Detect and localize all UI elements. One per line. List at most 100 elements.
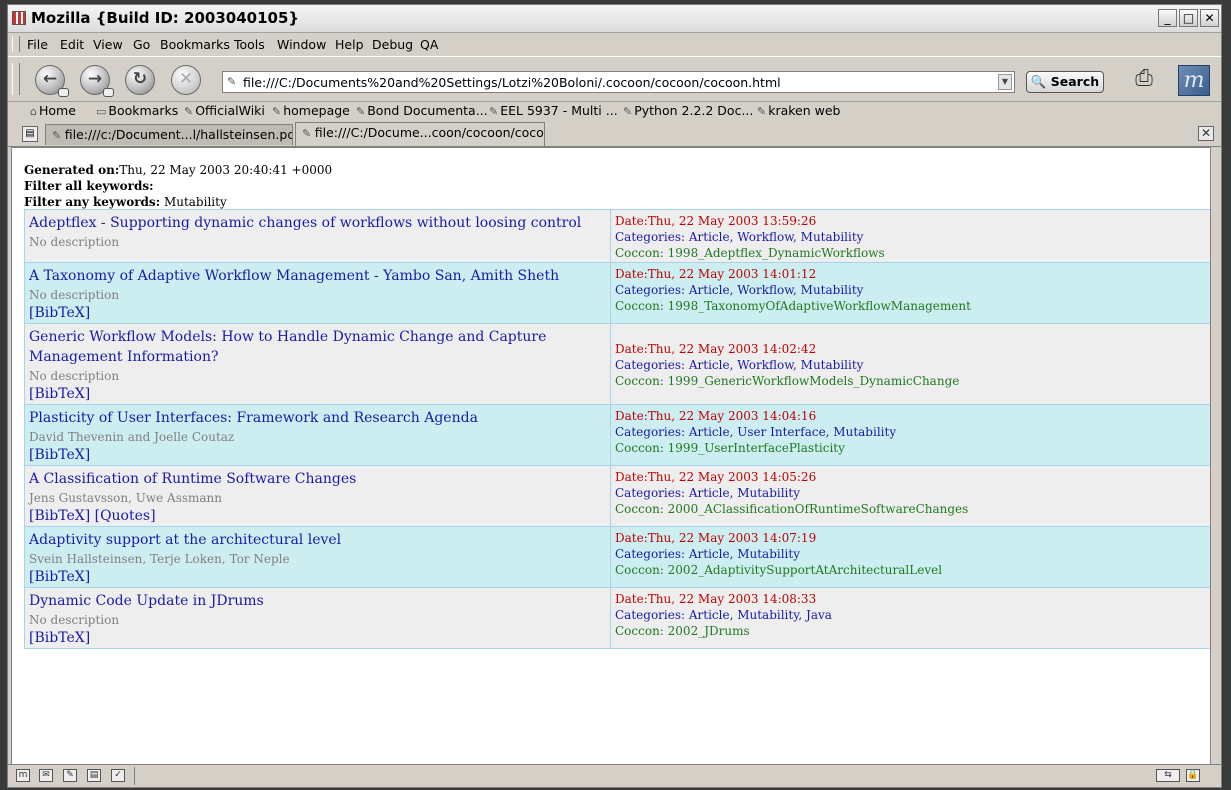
entry-main-cell: Plasticity of User Interfaces: Framework… — [24, 404, 611, 466]
status-divider — [134, 767, 135, 785]
entry-coccon-id: Coccon: 2002_AdaptivitySupportAtArchitec… — [615, 563, 943, 577]
tab-hallsteinsen-pdf[interactable]: ✎ file:///c:/Document...l/hallsteinsen.p… — [45, 124, 293, 145]
menu-debug[interactable]: Debug — [372, 37, 413, 52]
results-table: Adeptflex - Supporting dynamic changes o… — [24, 209, 1210, 649]
entry-coccon-id: Coccon: 1998_TaxonomyOfAdaptiveWorkflowM… — [615, 299, 971, 313]
menu-qa[interactable]: QA — [420, 37, 438, 52]
back-dropdown-icon[interactable] — [58, 88, 69, 97]
navigator-icon[interactable]: m — [16, 769, 30, 782]
new-tab-icon[interactable]: ▤ — [22, 126, 38, 142]
url-input[interactable] — [243, 73, 993, 91]
stop-button[interactable]: ✕ — [171, 65, 201, 95]
url-bar[interactable]: ✎ ▼ — [222, 71, 1015, 93]
entry-description: Jens Gustavsson, Uwe Assmann — [29, 491, 223, 505]
minimize-button[interactable]: _ — [1158, 9, 1177, 27]
composer-icon[interactable]: ✎ — [63, 769, 77, 782]
table-row: Dynamic Code Update in JDrums No descript… — [24, 587, 1210, 649]
entry-main-cell: A Classification of Runtime Software Cha… — [24, 465, 611, 527]
entry-links[interactable]: [BibTeX] — [29, 385, 606, 403]
tab-label: file:///C:/Docume...coon/cocoon/cocoon.h… — [314, 125, 544, 140]
table-row: A Classification of Runtime Software Cha… — [24, 465, 1210, 527]
maximize-button[interactable]: □ — [1179, 9, 1198, 27]
menu-tools[interactable]: Tools — [234, 37, 265, 52]
entry-date: Date:Thu, 22 May 2003 14:01:12 — [615, 267, 817, 281]
entry-description: No description — [29, 288, 120, 302]
print-icon[interactable]: ⎙ — [1129, 66, 1159, 94]
status-bar: m ✉ ✎ ▤ ✓ ⇆ 🔒 — [8, 764, 1221, 787]
entry-description: No description — [29, 235, 120, 249]
tab-cocoon-html[interactable]: ✎ file:///C:/Docume...coon/cocoon/cocoon… — [295, 122, 545, 146]
bookmark-eel5937[interactable]: ✎ EEL 5937 - Multi ... — [489, 103, 618, 118]
toolbar-grip[interactable] — [12, 36, 20, 52]
entry-date: Date:Thu, 22 May 2003 14:07:19 — [615, 531, 817, 545]
tab-label: file:///c:/Document...l/hallsteinsen.pdf — [64, 127, 293, 142]
close-tab-button[interactable]: ✕ — [1198, 126, 1214, 141]
entry-date: Date:Thu, 22 May 2003 14:08:33 — [615, 592, 817, 606]
entry-links[interactable]: [BibTeX] — [29, 568, 606, 586]
generated-label: Generated on: — [24, 163, 120, 177]
entry-links[interactable]: [BibTeX] — [29, 304, 606, 322]
bookmark-homepage[interactable]: ✎ homepage — [272, 103, 350, 118]
security-lock-icon[interactable]: 🔒 — [1186, 769, 1200, 782]
table-row: Adaptivity support at the architectural … — [24, 526, 1210, 588]
entry-description: David Thevenin and Joelle Coutaz — [29, 430, 235, 444]
entry-main-cell: A Taxonomy of Adaptive Workflow Manageme… — [24, 262, 611, 324]
forward-button[interactable]: → — [80, 65, 114, 97]
online-status-icon[interactable]: ⇆ — [1156, 769, 1180, 782]
url-dropdown-icon[interactable]: ▼ — [998, 74, 1012, 90]
close-window-button[interactable]: ✕ — [1200, 9, 1219, 27]
title-bar[interactable]: Mozilla {Build ID: 2003040105} _ □ ✕ — [8, 5, 1221, 33]
filter-any-label: Filter any keywords: — [24, 195, 161, 209]
entry-title-link[interactable]: Adaptivity support at the architectural … — [29, 530, 606, 550]
menu-bookmarks[interactable]: Bookmarks — [160, 37, 230, 52]
menu-window[interactable]: Window — [277, 37, 326, 52]
entry-links[interactable]: [BibTeX] — [29, 629, 606, 647]
bookmark-officialwiki[interactable]: ✎ OfficialWiki — [184, 103, 265, 118]
entry-title-link[interactable]: Dynamic Code Update in JDrums — [29, 591, 606, 611]
entry-title-link[interactable]: Generic Workflow Models: How to Handle D… — [29, 327, 606, 367]
bookmark-home[interactable]: ⌂ Home — [30, 103, 76, 118]
back-button[interactable]: ← — [35, 65, 69, 97]
bookmark-label: Home — [38, 103, 76, 118]
menu-view[interactable]: View — [93, 37, 123, 52]
menu-help[interactable]: Help — [335, 37, 364, 52]
browser-window: Mozilla {Build ID: 2003040105} _ □ ✕ Fil… — [7, 4, 1222, 788]
entry-info-cell: Date:Thu, 22 May 2003 14:08:33 Categories… — [610, 587, 1210, 649]
bookmark-icon: ✎ — [356, 105, 366, 118]
forward-dropdown-icon[interactable] — [103, 88, 114, 97]
entry-main-cell: Adeptflex - Supporting dynamic changes o… — [24, 209, 611, 263]
bookmark-label: Python 2.2.2 Doc... — [634, 103, 754, 118]
entry-coccon-id: Coccon: 1998_Adeptflex_DynamicWorkflows — [615, 246, 885, 260]
chat-icon[interactable]: ✓ — [111, 769, 125, 782]
mail-icon[interactable]: ✉ — [39, 769, 53, 782]
entry-main-cell: Dynamic Code Update in JDrums No descript… — [24, 587, 611, 649]
bookmark-bookmarks[interactable]: ▭ Bookmarks — [96, 103, 178, 118]
bookmark-bond[interactable]: ✎ Bond Documenta... — [356, 103, 488, 118]
reload-button[interactable]: ↻ — [125, 65, 155, 95]
menu-go[interactable]: Go — [133, 37, 150, 52]
mozilla-throbber-icon[interactable]: m — [1178, 65, 1210, 96]
entry-categories: Categories: Article, Mutability — [615, 547, 800, 561]
search-button[interactable]: 🔍 Search — [1026, 71, 1104, 93]
app-icon[interactable] — [12, 11, 26, 25]
bookmark-kraken[interactable]: ✎ kraken web — [757, 103, 840, 118]
menu-edit[interactable]: Edit — [60, 37, 84, 52]
filter-all-label: Filter all keywords: — [24, 179, 154, 193]
tab-icon: ✎ — [302, 127, 315, 140]
generated-on-line: Generated on:Thu, 22 May 2003 20:40:41 +… — [24, 162, 332, 178]
entry-title-link[interactable]: A Taxonomy of Adaptive Workflow Manageme… — [29, 266, 606, 286]
address-book-icon[interactable]: ▤ — [87, 769, 101, 782]
entry-links[interactable]: [BibTeX] — [29, 446, 606, 464]
menu-bar: File Edit View Go Bookmarks Tools Window… — [8, 33, 1221, 55]
bookmark-label: Bookmarks — [108, 103, 179, 118]
bookmark-label: EEL 5937 - Multi ... — [500, 103, 618, 118]
entry-title-link[interactable]: Plasticity of User Interfaces: Framework… — [29, 408, 606, 428]
toolbar-grip[interactable] — [12, 63, 20, 95]
bookmark-label: OfficialWiki — [195, 103, 265, 118]
entry-title-link[interactable]: A Classification of Runtime Software Cha… — [29, 469, 606, 489]
entry-coccon-id: Coccon: 1999_UserInterfacePlasticity — [615, 441, 845, 455]
menu-file[interactable]: File — [27, 37, 48, 52]
bookmark-python[interactable]: ✎ Python 2.2.2 Doc... — [623, 103, 753, 118]
entry-title-link[interactable]: Adeptflex - Supporting dynamic changes o… — [29, 213, 606, 233]
entry-links[interactable]: [BibTeX] [Quotes] — [29, 507, 606, 525]
